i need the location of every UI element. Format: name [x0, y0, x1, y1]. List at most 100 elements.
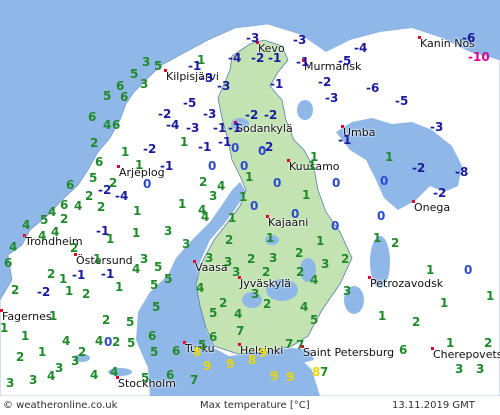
temperature-value: -2 [98, 183, 112, 197]
temperature-value: 4 [38, 229, 47, 243]
temperature-value: 1 [302, 188, 311, 202]
temperature-value: 5 [150, 278, 159, 292]
map-title: Max temperature [°C] [200, 400, 310, 411]
temperature-value: 5 [164, 272, 173, 286]
temperature-value: 4 [201, 210, 210, 224]
temperature-value: 0 [380, 174, 389, 188]
temperature-value: 3 [140, 252, 149, 266]
temperature-value: 1 [245, 170, 254, 184]
temperature-value: 6 [209, 330, 218, 344]
temperature-value: 1 [21, 329, 30, 343]
temperature-value: 8 [248, 353, 257, 367]
temperature-value: 5 [141, 371, 150, 385]
temperature-value: -1 [296, 55, 310, 69]
temperature-value: -3 [293, 33, 307, 47]
temperature-value: -2 [433, 186, 447, 200]
temperature-value: -4 [354, 41, 368, 55]
temperature-value: 0 [273, 176, 282, 190]
temperature-value: -3 [430, 120, 444, 134]
credit-label[interactable]: © weatheronline.co.uk [3, 400, 117, 411]
temperature-value: 1 [378, 309, 387, 323]
temperature-value: -10 [468, 50, 490, 64]
temperature-value: 5 [150, 345, 159, 359]
temperature-value: 5 [127, 336, 136, 350]
temperature-value: 9 [259, 346, 268, 360]
temperature-value: -4 [115, 189, 129, 203]
temperature-value: 3 [142, 55, 151, 69]
temperature-value: 4 [95, 334, 104, 348]
temperature-value: 2 [412, 315, 421, 329]
temperature-value: 2 [11, 283, 20, 297]
temperature-value: 1 [385, 150, 394, 164]
temperature-value: 2 [295, 246, 304, 260]
temperature-value: 0 [250, 199, 259, 213]
temperature-value: 1 [178, 197, 187, 211]
temperature-value: 4 [62, 334, 71, 348]
city-label: Fagernes [2, 310, 52, 323]
temperature-value: 4 [310, 273, 319, 287]
temperature-value: 6 [148, 329, 157, 343]
temperature-value: 5 [40, 213, 49, 227]
temperature-value: 3 [232, 265, 241, 279]
temperature-value: 4 [22, 218, 31, 232]
temperature-value: 7 [320, 365, 329, 379]
temperature-value: -6 [462, 31, 476, 45]
temperature-value: 3 [476, 362, 485, 376]
temperature-value: 1 [132, 226, 141, 240]
temperature-value: 3 [321, 257, 330, 271]
date-label: 13.11.2019 GMT [392, 400, 475, 411]
temperature-value: 5 [130, 67, 139, 81]
temperature-value: 1 [239, 190, 248, 204]
temperature-value: 2 [85, 189, 94, 203]
temperature-value: 9 [203, 359, 212, 373]
temperature-value: 2 [97, 200, 106, 214]
temperature-value: 1 [0, 321, 9, 335]
temperature-value: 9 [226, 357, 235, 371]
temperature-value: 6 [88, 110, 97, 124]
temperature-value: -2 [143, 142, 157, 156]
temperature-value: 4 [74, 199, 83, 213]
temperature-value: 2 [16, 350, 25, 364]
temperature-value: 8 [193, 345, 202, 359]
temperature-value: 0 [143, 177, 152, 191]
temperature-value: 0 [331, 219, 340, 233]
temperature-value: 2 [247, 252, 256, 266]
temperature-value: 1 [38, 345, 47, 359]
temperature-value: 4 [110, 365, 119, 379]
temperature-value: 2 [70, 241, 79, 255]
temperature-value: 4 [217, 179, 226, 193]
temperature-value: 3 [269, 251, 278, 265]
temperature-value: -2 [37, 285, 51, 299]
temperature-value: 3 [182, 237, 191, 251]
temperature-value: -3 [217, 79, 231, 93]
temperature-value: -1 [338, 133, 352, 147]
temperature-value: 6 [399, 343, 408, 357]
temperature-value: 5 [310, 313, 319, 327]
temperature-value: 6 [95, 155, 104, 169]
temperature-value: 5 [152, 300, 161, 314]
city-label: Kajaani [268, 216, 309, 229]
temperature-value: 6 [120, 90, 129, 104]
temperature-value: 1 [486, 289, 495, 303]
temperature-value: 2 [102, 313, 111, 327]
temperature-value: 4 [47, 369, 56, 383]
map-footer: © weatheronline.co.uk Max temperature [°… [0, 396, 500, 415]
temperature-value: -2 [245, 108, 259, 122]
temperature-value: 0 [377, 209, 386, 223]
temperature-value: 4 [90, 368, 99, 382]
temperature-value: 1 [426, 263, 435, 277]
temperature-value: 2 [60, 212, 69, 226]
temperature-value: 5 [154, 260, 163, 274]
temperature-value: 3 [140, 77, 149, 91]
temperature-value: -1 [72, 268, 86, 282]
temperature-value: 1 [49, 309, 58, 323]
temperature-value: 3 [251, 287, 260, 301]
temperature-value: 5 [103, 89, 112, 103]
temperature-value: 4 [51, 225, 60, 239]
temperature-value: 5 [126, 315, 135, 329]
temperature-value: 4 [196, 281, 205, 295]
temperature-value: -2 [412, 161, 426, 175]
city-label: Petrozavodsk [370, 277, 444, 290]
temperature-value: 0 [464, 263, 473, 277]
temperature-value: 1 [266, 231, 275, 245]
